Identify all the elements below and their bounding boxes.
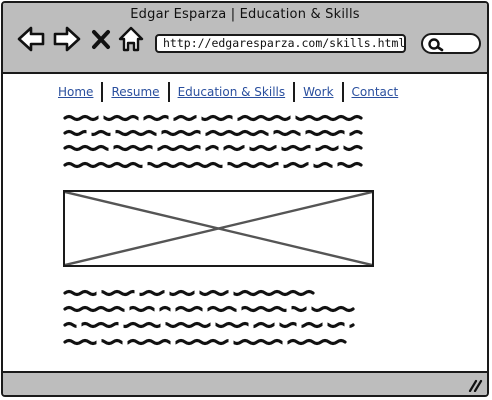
home-icon[interactable]: [117, 25, 145, 53]
window-title: Edgar Esparza | Education & Skills: [130, 7, 360, 22]
placeholder-text-paragraph-2: [63, 287, 373, 350]
nav-link-resume[interactable]: Resume: [103, 82, 167, 102]
browser-window: Edgar Esparza | Education & Skills http:…: [1, 1, 489, 397]
address-bar[interactable]: http://edgaresparza.com/skills.html: [155, 34, 406, 53]
status-bar: [3, 371, 487, 395]
browser-toolbar: Edgar Esparza | Education & Skills http:…: [3, 3, 487, 74]
nav-link-home[interactable]: Home: [50, 82, 101, 102]
image-placeholder: [63, 190, 374, 267]
image-placeholder-icon: [64, 190, 373, 267]
search-icon: [428, 38, 444, 52]
arrow-right-icon[interactable]: [52, 25, 82, 53]
nav-link-work[interactable]: Work: [295, 82, 341, 102]
site-navigation: Home Resume Education & Skills Work Cont…: [50, 81, 406, 103]
search-input[interactable]: [421, 33, 481, 54]
nav-link-education-skills[interactable]: Education & Skills: [170, 82, 294, 102]
nav-link-contact[interactable]: Contact: [344, 82, 407, 102]
close-icon[interactable]: [90, 25, 112, 53]
resize-grip-icon[interactable]: [467, 378, 483, 392]
placeholder-text-paragraph-1: [63, 112, 383, 173]
arrow-left-icon[interactable]: [16, 25, 46, 53]
